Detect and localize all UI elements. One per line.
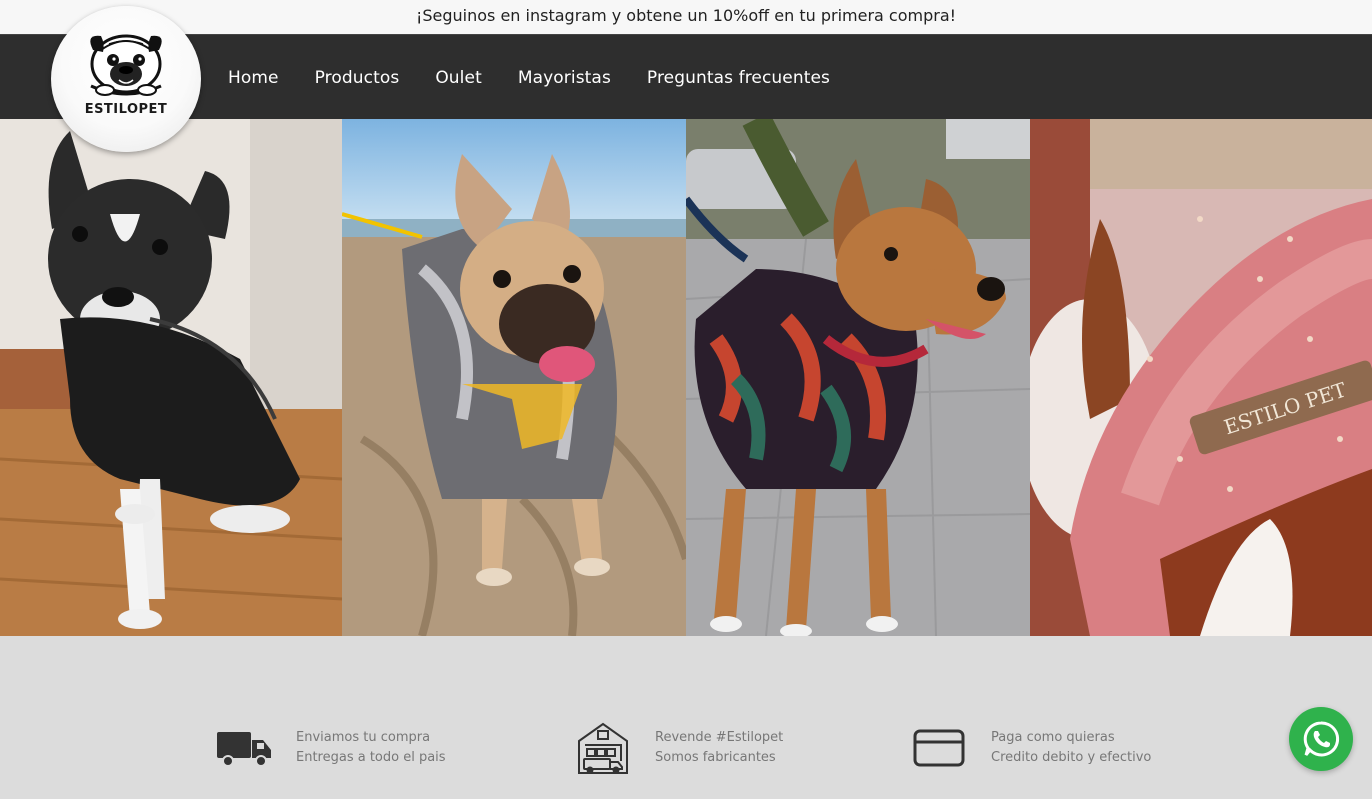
feature-shipping-subtitle: Entregas a todo el pais (296, 750, 446, 765)
feature-resell-text: Revende #Estilopet Somos fabricantes (655, 728, 783, 768)
nav-item-productos[interactable]: Productos (315, 68, 400, 88)
gallery-image-pug-beach[interactable] (342, 119, 686, 636)
feature-payment: Paga como quieras Credito debito y efect… (911, 720, 1151, 776)
announcement-text: ¡Seguinos en instagram y obtene un 10%of… (415, 6, 957, 25)
announcement-bar: ¡Seguinos en instagram y obtene un 10%of… (0, 0, 1372, 34)
gallery-image-french-bulldog[interactable] (0, 119, 342, 636)
logo[interactable]: ESTILOPET (51, 6, 201, 152)
feature-payment-subtitle: Credito debito y efectivo (991, 750, 1152, 765)
feature-shipping: Enviamos tu compra Entregas a todo el pa… (216, 720, 446, 776)
whatsapp-icon (1303, 721, 1340, 757)
credit-card-icon (911, 720, 967, 776)
feature-resell-title: Revende #Estilopet (655, 730, 784, 745)
nav-item-oulet[interactable]: Oulet (435, 68, 482, 88)
whatsapp-button[interactable] (1289, 707, 1353, 771)
hero-gallery: ESTILO PET (0, 119, 1372, 636)
feature-shipping-text: Enviamos tu compra Entregas a todo el pa… (296, 728, 446, 768)
feature-resell-subtitle: Somos fabricantes (655, 750, 776, 765)
nav-item-home[interactable]: Home (228, 68, 279, 88)
feature-payment-text: Paga como quieras Credito debito y efect… (991, 728, 1151, 768)
feature-payment-title: Paga como quieras (991, 730, 1115, 745)
nav-item-mayoristas[interactable]: Mayoristas (518, 68, 611, 88)
nav-links: Home Productos Oulet Mayoristas Pregunta… (210, 35, 848, 120)
gallery-image-dog-tropical-shirt[interactable] (686, 119, 1030, 636)
nav-item-preguntas-frecuentes[interactable]: Preguntas frecuentes (647, 68, 830, 88)
logo-text: ESTILOPET (84, 102, 168, 117)
feature-resell: Revende #Estilopet Somos fabricantes (575, 720, 783, 776)
main-nav: Home Productos Oulet Mayoristas Pregunta… (0, 34, 1372, 119)
truck-icon (216, 720, 272, 776)
feature-shipping-title: Enviamos tu compra (296, 730, 431, 745)
pug-logo-icon (90, 34, 162, 96)
warehouse-icon (575, 720, 631, 776)
gallery-image-pink-blanket[interactable]: ESTILO PET (1030, 119, 1372, 636)
